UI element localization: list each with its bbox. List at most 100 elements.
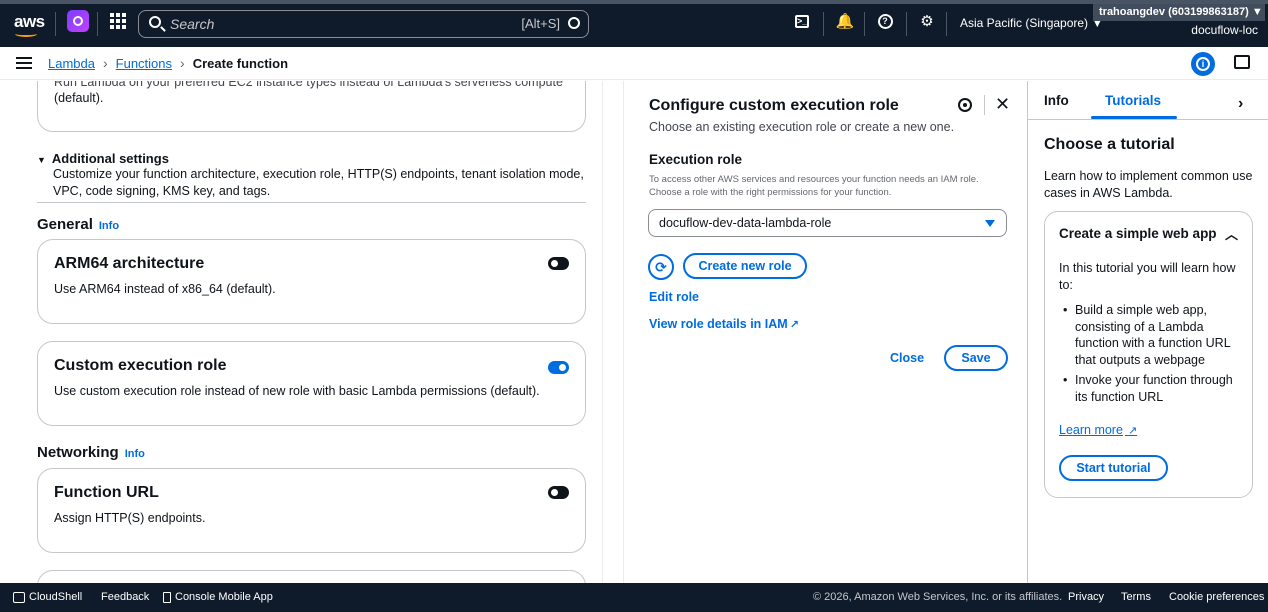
tab-tutorials[interactable]: Tutorials — [1105, 93, 1161, 108]
additional-settings-desc: Customize your function architecture, ex… — [53, 167, 584, 198]
cloudshell-icon — [13, 591, 25, 603]
search-input[interactable] — [170, 14, 500, 34]
info-panel-toggle-icon[interactable]: i — [1191, 52, 1215, 76]
custom-role-card: Custom execution role Use custom executi… — [37, 341, 586, 426]
list-item: Invoke your function through its functio… — [1059, 372, 1244, 405]
breadcrumb: Lambda › Functions › Create function — [48, 55, 288, 71]
divider — [946, 12, 947, 36]
custom-role-title: Custom execution role — [54, 357, 227, 374]
mobile-app-link[interactable]: Console Mobile App — [163, 591, 273, 603]
cloudshell-icon[interactable]: >_ — [791, 10, 813, 32]
additional-settings: ▼ Additional settings Customize your func… — [37, 151, 602, 200]
general-info-link[interactable]: Info — [99, 220, 119, 232]
view-role-iam-link[interactable]: View role details in IAM ↗ — [649, 317, 799, 331]
cloudshell-label: CloudShell — [29, 591, 83, 603]
active-tab-indicator — [1091, 116, 1177, 119]
edit-role-link[interactable]: Edit role — [649, 290, 699, 304]
breadcrumb-bar: Lambda › Functions › Create function i — [0, 47, 1268, 80]
tutorial-card: Create a simple web app ︿ In this tutori… — [1044, 211, 1253, 498]
chevron-right-icon[interactable]: › — [1238, 95, 1243, 113]
chevron-up-icon[interactable]: ︿ — [1225, 224, 1238, 243]
help-icon[interactable]: ? — [874, 10, 896, 32]
networking-info-link[interactable]: Info — [125, 448, 145, 460]
compute-option-desc: Run Lambda on your preferred EC2 instanc… — [54, 81, 563, 89]
tab-info[interactable]: Info — [1044, 93, 1069, 108]
function-url-toggle[interactable] — [548, 486, 569, 499]
create-new-role-button[interactable]: Create new role — [683, 253, 807, 279]
services-menu-icon[interactable] — [110, 13, 126, 29]
divider — [984, 95, 985, 115]
configure-role-panel: Configure custom execution role ✕ Choose… — [623, 81, 1026, 583]
start-tutorial-button[interactable]: Start tutorial — [1059, 455, 1168, 481]
save-button[interactable]: Save — [944, 345, 1008, 371]
chevron-right-icon: › — [102, 55, 108, 71]
external-link-icon: ↗ — [789, 319, 799, 331]
panel-settings-gear-icon[interactable] — [958, 98, 972, 112]
custom-role-toggle[interactable] — [548, 361, 569, 374]
panel-subtitle: Choose an existing execution role or cre… — [649, 120, 955, 134]
function-url-desc: Assign HTTP(S) endpoints. — [54, 511, 206, 525]
divider — [55, 12, 56, 36]
selected-role-value: docuflow-dev-data-lambda-role — [659, 216, 832, 230]
function-url-card: Function URL Assign HTTP(S) endpoints. — [37, 468, 586, 553]
execution-role-select[interactable]: docuflow-dev-data-lambda-role — [648, 209, 1007, 237]
search-settings-icon[interactable] — [568, 17, 580, 29]
divider — [823, 12, 824, 36]
networking-section-title: Networking Info — [37, 444, 145, 461]
aws-logo-text: aws — [14, 12, 45, 31]
divider — [97, 12, 98, 36]
arm64-desc: Use ARM64 instead of x86_64 (default). — [54, 282, 276, 296]
arm64-toggle[interactable] — [548, 257, 569, 270]
cookie-preferences-link[interactable]: Cookie preferences — [1169, 591, 1264, 603]
breadcrumb-lambda[interactable]: Lambda — [48, 56, 95, 71]
view-role-iam-label: View role details in IAM — [649, 317, 788, 331]
arm64-card: ARM64 architecture Use ARM64 instead of … — [37, 239, 586, 324]
bell-icon[interactable]: 🔔 — [834, 10, 856, 32]
list-item: Build a simple web app, consisting of a … — [1059, 302, 1244, 368]
region-selector[interactable]: Asia Pacific (Singapore) ▼ — [960, 16, 1103, 30]
tutorial-title[interactable]: Create a simple web app — [1059, 226, 1217, 241]
divider — [864, 12, 865, 36]
execution-role-desc: To access other AWS services and resourc… — [649, 174, 979, 198]
custom-role-desc: Use custom execution role instead of new… — [54, 384, 540, 398]
general-title: General — [37, 216, 93, 233]
search-icon — [149, 16, 161, 28]
divider — [37, 202, 586, 203]
account-menu[interactable]: trahoangdev (603199863187) ▼ — [1093, 4, 1265, 21]
search-shortcut-hint: [Alt+S] — [521, 16, 560, 31]
top-navigation-bar: aws [Alt+S] >_ 🔔 ? ⚙ Asia Pacific (Singa… — [0, 0, 1268, 47]
breadcrumb-current: Create function — [192, 55, 289, 71]
refresh-roles-button[interactable]: ⟳ — [648, 254, 674, 280]
footer: CloudShell Feedback Console Mobile App ©… — [0, 583, 1268, 612]
feedback-icon[interactable] — [1234, 55, 1250, 69]
settings-gear-icon[interactable]: ⚙ — [916, 10, 938, 32]
search-box[interactable]: [Alt+S] — [138, 10, 589, 38]
networking-title: Networking — [37, 444, 119, 461]
next-option-card — [37, 570, 586, 583]
tutorials-panel: Info Tutorials › Choose a tutorial Learn… — [1027, 81, 1268, 583]
breadcrumb-functions[interactable]: Functions — [116, 56, 172, 71]
caret-down-icon: ▼ — [37, 155, 46, 165]
chevron-right-icon: › — [180, 55, 185, 71]
aws-logo[interactable]: aws — [14, 12, 45, 37]
compute-option-card[interactable]: Run Lambda on your preferred EC2 instanc… — [37, 81, 586, 132]
copyright: © 2026, Amazon Web Services, Inc. or its… — [813, 591, 1063, 603]
aws-smile-icon — [15, 31, 37, 37]
tutorial-intro: In this tutorial you will learn how to: — [1059, 261, 1236, 292]
tutorials-title: Choose a tutorial — [1044, 136, 1175, 153]
lambda-service-icon[interactable] — [67, 10, 89, 32]
terms-link[interactable]: Terms — [1121, 591, 1151, 603]
additional-settings-toggle[interactable]: ▼ Additional settings — [37, 151, 602, 166]
divider — [906, 12, 907, 36]
close-panel-icon[interactable]: ✕ — [995, 94, 1010, 115]
execution-role-label: Execution role — [649, 152, 743, 167]
tutorials-desc: Learn how to implement common use cases … — [1044, 169, 1253, 200]
general-section-title: General Info — [37, 216, 119, 233]
menu-hamburger-icon[interactable] — [16, 57, 32, 69]
learn-more-label: Learn more — [1059, 423, 1123, 437]
close-button[interactable]: Close — [890, 351, 924, 365]
privacy-link[interactable]: Privacy — [1068, 591, 1104, 603]
feedback-link[interactable]: Feedback — [101, 591, 149, 603]
learn-more-link[interactable]: Learn more ↗ — [1059, 423, 1137, 437]
cloudshell-link[interactable]: CloudShell — [13, 591, 82, 603]
